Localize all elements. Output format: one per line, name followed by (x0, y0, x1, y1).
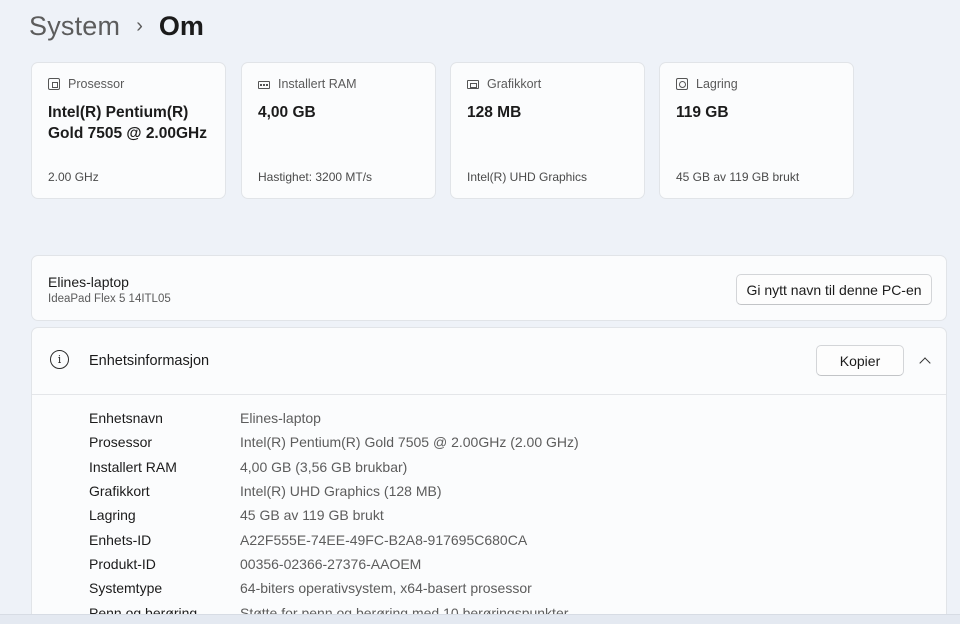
info-value: A22F555E-74EE-49FC-B2A8-917695C680CA (240, 531, 528, 548)
info-row-graphics: Grafikkort Intel(R) UHD Graphics (128 MB… (89, 479, 579, 503)
spec-value: Intel(R) Pentium(R) Gold 7505 @ 2.00GHz (48, 104, 207, 142)
rename-pc-button[interactable]: Gi nytt navn til denne PC-en (736, 274, 932, 305)
spec-detail: Intel(R) UHD Graphics (467, 170, 588, 184)
storage-icon (676, 78, 688, 90)
settings-about-page: System › Om Prosessor Intel(R) Pentium(R… (0, 0, 960, 624)
pc-name: Elines-laptop (48, 274, 129, 290)
page-title: Om (158, 10, 204, 41)
spec-detail: Hastighet: 3200 MT/s (258, 170, 373, 184)
device-info-header[interactable]: i Enhetsinformasjon Kopier (32, 328, 946, 395)
info-value: 45 GB av 119 GB brukt (240, 507, 384, 524)
spec-card-graphics: Grafikkort 128 MB Intel(R) UHD Graphics (450, 62, 645, 199)
info-key: Installert RAM (89, 458, 177, 475)
pc-model: IdeaPad Flex 5 14ITL05 (48, 293, 171, 305)
info-key: Grafikkort (89, 483, 150, 500)
info-value: Intel(R) UHD Graphics (128 MB) (240, 483, 442, 500)
spec-value: 119 GB (676, 104, 729, 121)
spec-detail: 2.00 GHz (48, 170, 99, 184)
spec-card-storage: Lagring 119 GB 45 GB av 119 GB brukt (659, 62, 854, 199)
info-value: 64-biters operativsystem, x64-basert pro… (240, 580, 532, 597)
info-row-storage: Lagring 45 GB av 119 GB brukt (89, 503, 579, 527)
copy-button[interactable]: Kopier (816, 345, 904, 376)
spec-label: Installert RAM (278, 77, 357, 91)
info-row-device-name: Enhetsnavn Elines-laptop (89, 406, 579, 430)
spec-label: Grafikkort (487, 77, 542, 91)
info-key: Produkt-ID (89, 555, 156, 572)
info-key: Prosessor (89, 434, 153, 451)
spec-card-ram: Installert RAM 4,00 GB Hastighet: 3200 M… (241, 62, 436, 199)
processor-icon (48, 78, 60, 90)
spec-value: 4,00 GB (258, 104, 316, 121)
graphics-card-icon (467, 79, 479, 89)
info-key: Lagring (89, 507, 136, 524)
spec-value: 128 MB (467, 104, 522, 121)
pc-name-card: Elines-laptop IdeaPad Flex 5 14ITL05 Gi … (31, 255, 947, 321)
spec-label: Prosessor (68, 77, 125, 91)
breadcrumb-system-link[interactable]: System (29, 11, 120, 42)
info-key: Enhets-ID (89, 531, 152, 548)
ram-icon (258, 81, 270, 89)
info-value: 4,00 GB (3,56 GB brukbar) (240, 458, 408, 475)
device-info-section: i Enhetsinformasjon Kopier Enhetsnavn El… (31, 327, 947, 624)
info-row-processor: Prosessor Intel(R) Pentium(R) Gold 7505 … (89, 430, 579, 454)
spec-label: Lagring (696, 77, 738, 91)
info-value: Elines-laptop (240, 410, 321, 427)
spec-detail: 45 GB av 119 GB brukt (676, 170, 800, 184)
info-key: Systemtype (89, 580, 163, 597)
info-row-device-id: Enhets-ID A22F555E-74EE-49FC-B2A8-917695… (89, 527, 579, 551)
taskbar-edge (0, 614, 960, 624)
info-value: 00356-02366-27376-AAOEM (240, 555, 422, 572)
info-row-ram: Installert RAM 4,00 GB (3,56 GB brukbar) (89, 455, 579, 479)
info-icon: i (50, 350, 69, 369)
chevron-up-icon[interactable] (915, 350, 935, 370)
chevron-right-icon: › (136, 14, 143, 37)
info-row-system-type: Systemtype 64-biters operativsystem, x64… (89, 576, 579, 600)
device-info-title: Enhetsinformasjon (89, 353, 210, 369)
device-info-list: Enhetsnavn Elines-laptop Prosessor Intel… (89, 406, 579, 624)
spec-card-processor: Prosessor Intel(R) Pentium(R) Gold 7505 … (31, 62, 226, 199)
breadcrumb: System › Om (29, 8, 204, 44)
info-value: Intel(R) Pentium(R) Gold 7505 @ 2.00GHz … (240, 434, 579, 451)
info-key: Enhetsnavn (89, 410, 163, 427)
info-row-product-id: Produkt-ID 00356-02366-27376-AAOEM (89, 552, 579, 576)
